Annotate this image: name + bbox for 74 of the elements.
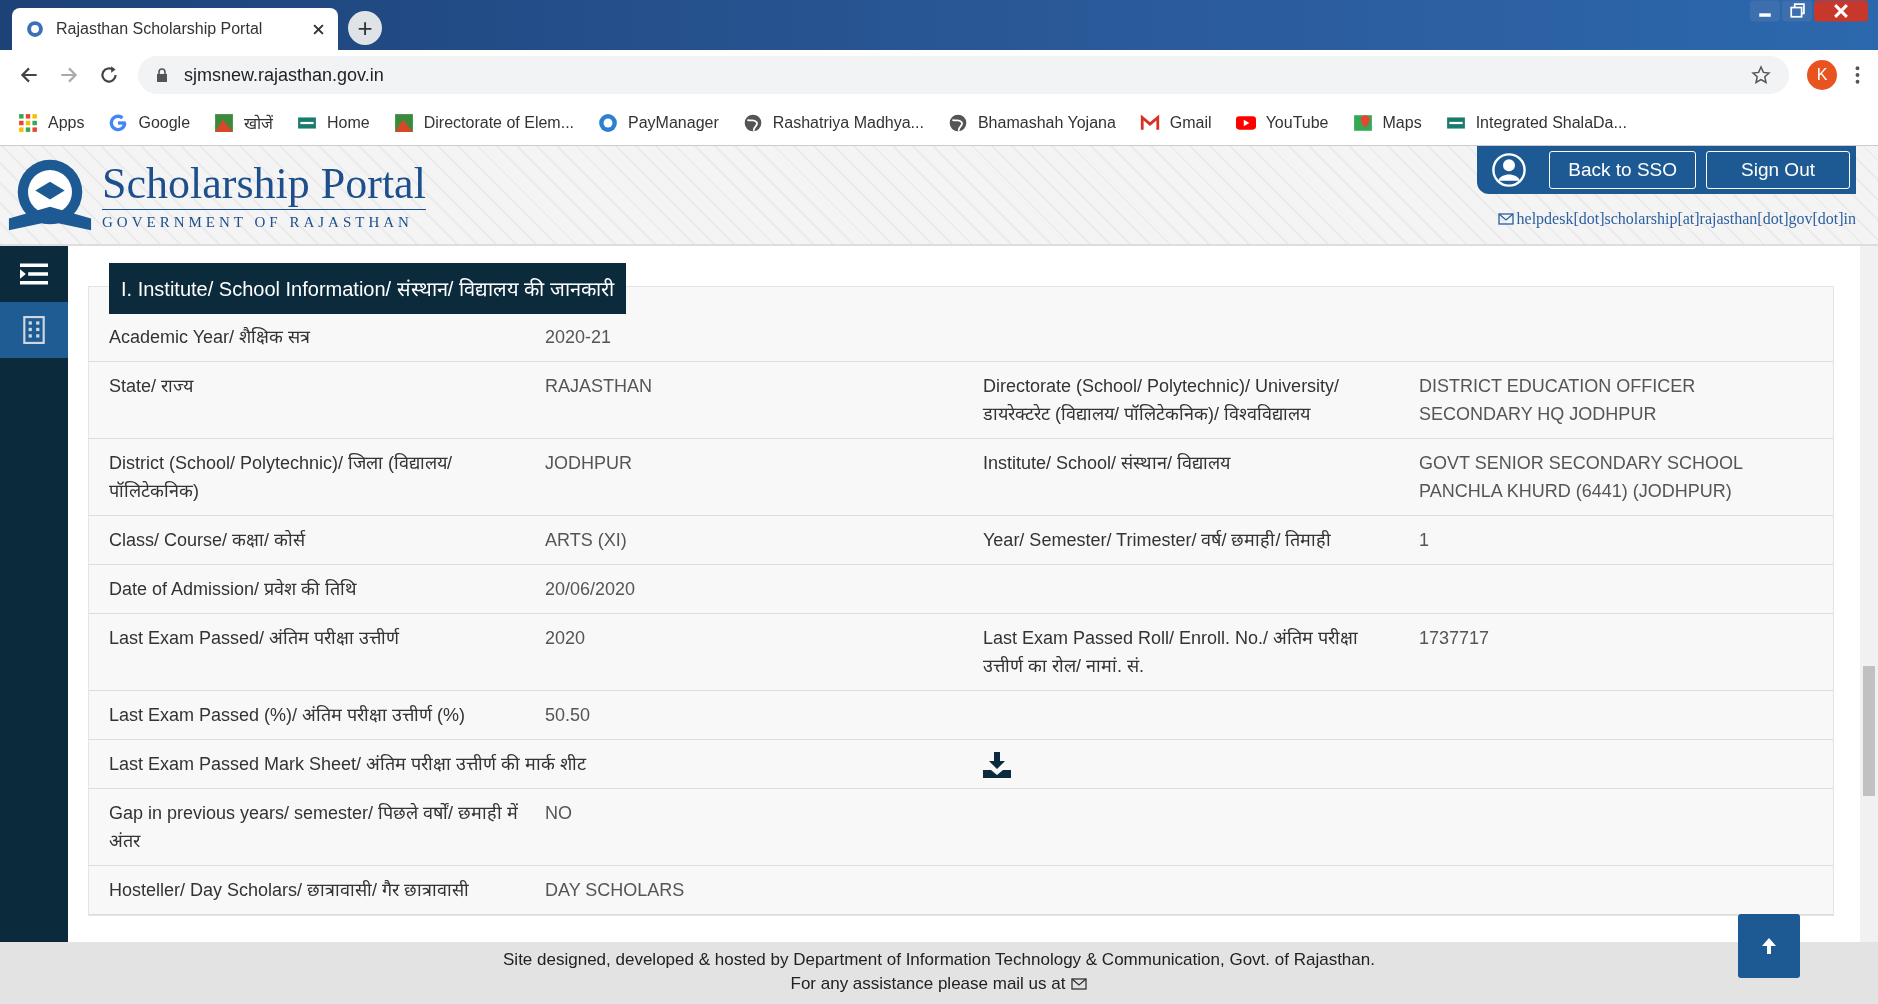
section-title: I. Institute/ School Information/ संस्थान/ विद्यालय की जानकारी: [109, 263, 626, 314]
reload-icon[interactable]: [98, 64, 120, 86]
field-value: JODHPUR: [545, 452, 633, 475]
field-value: ARTS (XI): [545, 529, 628, 552]
field-label: Date of Admission/ प्रवेश की तिथि: [109, 578, 359, 601]
new-tab-button[interactable]: +: [348, 11, 382, 45]
picture-icon: [214, 112, 235, 133]
letter-g-icon: [108, 112, 129, 133]
bookmark-link[interactable]: Rashatriya Madhya...: [772, 113, 924, 132]
bookmark-link[interactable]: Home: [327, 113, 370, 132]
grid-icon: [18, 112, 38, 133]
bookmark-link[interactable]: Directorate of Elem...: [423, 113, 575, 132]
header-button[interactable]: Back to SSO: [1549, 151, 1697, 189]
star-icon[interactable]: [1751, 65, 1771, 85]
envelope-icon: [1071, 978, 1088, 990]
circle-logo-icon: [598, 112, 619, 133]
field-label: Last Exam Passed Roll/ Enroll. No./ अंतिम परीक्षा उत्तीर्ण का रोल/ नामां. सं.: [983, 627, 1360, 678]
envelope-icon: [1497, 213, 1514, 225]
bookmark-link[interactable]: Bhamashah Yojana: [977, 113, 1116, 132]
helpdesk-email-link[interactable]: helpdesk[dot]scholarship[at]rajasthan[dot]gov[dot]in: [1516, 210, 1856, 228]
field-value: 50.50: [545, 704, 592, 727]
field-label: Directorate (School/ Polytechnic)/ University/ डायरेक्टरेट (विद्यालय/ पॉलिटेकनिक)/ विश्वविद्यालय: [983, 375, 1341, 426]
user-icon[interactable]: [1491, 152, 1528, 188]
field-label: State/ राज्य: [109, 375, 195, 398]
browser-tab[interactable]: Rajasthan Scholarship Portal: [12, 8, 338, 50]
header-button[interactable]: Sign Out: [1706, 151, 1850, 189]
more-menu-icon[interactable]: [1855, 66, 1860, 84]
field-value: 2020-21: [545, 326, 613, 349]
profile-avatar[interactable]: K: [1807, 60, 1837, 90]
close-icon[interactable]: [1814, 0, 1868, 22]
footer-text: Site designed, developed & hosted by Department of Information Technology & Communication, Govt. of Rajasthan.: [502, 949, 1376, 971]
restore-icon[interactable]: [1782, 0, 1812, 22]
arrow-up-icon: [1761, 937, 1777, 955]
field-label: Last Exam Passed (%)/ अंतिम परीक्षा उत्तीर्ण (%): [109, 704, 467, 727]
bookmark-link[interactable]: Apps: [48, 113, 85, 132]
portal-title: Scholarship Portal: [102, 159, 426, 210]
field-value: 20/06/2020: [545, 578, 637, 601]
building-icon: [20, 316, 48, 344]
field-value: 2020: [545, 627, 587, 650]
bookmark-link[interactable]: खोजें: [244, 111, 274, 134]
bookmark-link[interactable]: Google: [138, 113, 191, 132]
field-label: Last Exam Passed/ अंतिम परीक्षा उत्तीर्ण: [109, 627, 401, 650]
minimize-icon[interactable]: [1750, 0, 1780, 22]
field-label: Class/ Course/ कक्षा/ कोर्स: [109, 529, 307, 552]
bookmark-link[interactable]: Gmail: [1169, 113, 1212, 132]
footer-text: For any assistance please mail us at: [790, 973, 1066, 995]
lock-icon: [156, 68, 168, 82]
field-value: RAJASTHAN: [545, 375, 653, 398]
field-value: 1: [1419, 529, 1430, 552]
field-value: DAY SCHOLARS: [545, 879, 686, 902]
scrollbar[interactable]: [1860, 246, 1878, 942]
bookmark-link[interactable]: Maps: [1382, 113, 1422, 132]
field-label: Academic Year/ शैक्षिक सत्र: [109, 326, 312, 349]
field-label: Gap in previous years/ semester/ पिछले वर्षों/ छमाही में अंतर: [109, 802, 520, 853]
scroll-to-top-button[interactable]: [1738, 914, 1800, 978]
envelope-icon: [1139, 112, 1160, 133]
close-icon[interactable]: [313, 23, 324, 35]
field-label: Year/ Semester/ Trimester/ वर्ष/ छमाही/ तिमाही: [983, 529, 1333, 552]
portal-subtitle: GOVERNMENT OF RAJASTHAN: [102, 214, 414, 231]
bookmark-link[interactable]: Integrated ShalaDa...: [1475, 113, 1627, 132]
map-pin-icon: [1352, 112, 1373, 133]
download-icon[interactable]: [983, 752, 1011, 778]
field-label: District (School/ Polytechnic)/ जिला (विद्यालय/ पॉलिटेकनिक): [109, 452, 454, 503]
field-value: NO: [545, 802, 573, 825]
field-value: 1737717: [1419, 627, 1491, 650]
field-label: Last Exam Passed Mark Sheet/ अंतिम परीक्षा उत्तीर्ण की मार्क शीट: [109, 753, 588, 776]
field-value: GOVT SENIOR SECONDARY SCHOOL PANCHLA KHURD (6441) (JODHPUR): [1419, 452, 1744, 503]
field-label: Hosteller/ Day Scholars/ छात्रावासी/ गैर छात्रावासी: [109, 879, 471, 902]
field-label: Institute/ School/ संस्थान/ विद्यालय: [983, 452, 1232, 475]
address-field[interactable]: sjmsnew.rajasthan.gov.in: [138, 56, 1789, 94]
picture-icon: [393, 112, 414, 133]
bookmark-link[interactable]: PayManager: [628, 113, 719, 132]
bookmark-link[interactable]: YouTube: [1265, 113, 1329, 132]
field-value: DISTRICT EDUCATION OFFICER SECONDARY HQ JODHPUR: [1419, 375, 1697, 426]
